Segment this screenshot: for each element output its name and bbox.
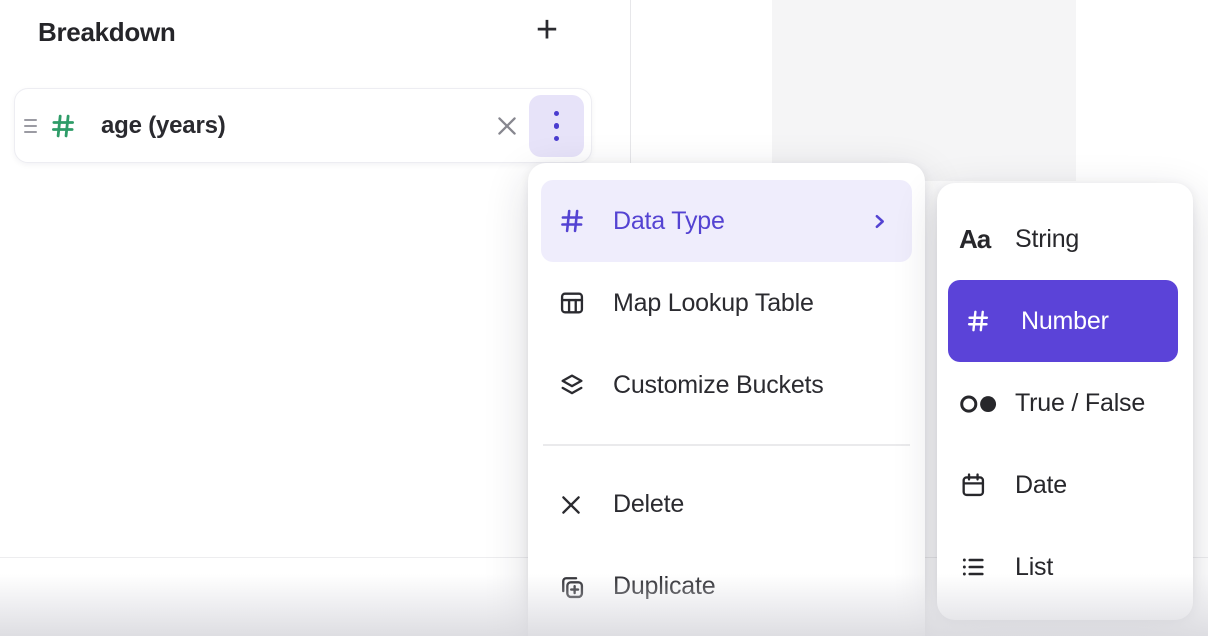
menu-item-customize-buckets[interactable]: Customize Buckets <box>528 344 925 426</box>
submenu-item-date[interactable]: Date <box>937 444 1193 526</box>
submenu-item-label: String <box>1015 225 1079 254</box>
menu-item-label: Customize Buckets <box>613 371 824 400</box>
drag-handle-icon[interactable] <box>20 115 41 137</box>
chevron-right-icon <box>871 213 888 230</box>
text-icon: Aa <box>959 224 1001 255</box>
copy-plus-icon <box>558 573 592 601</box>
field-label: age (years) <box>101 112 226 140</box>
boolean-icon <box>959 391 1001 416</box>
add-breakdown-button[interactable]: + <box>525 6 569 54</box>
table-icon <box>558 289 592 317</box>
number-type-hash-icon <box>49 112 77 140</box>
submenu-item-label: List <box>1015 553 1053 582</box>
menu-item-label: Delete <box>613 490 684 519</box>
field-options-kebab-button[interactable] <box>529 95 584 157</box>
hash-icon <box>965 308 1007 334</box>
menu-item-label: Map Lookup Table <box>613 289 814 318</box>
menu-item-map-lookup-table[interactable]: Map Lookup Table <box>528 262 925 344</box>
submenu-item-list[interactable]: List <box>937 526 1193 608</box>
x-icon <box>494 113 520 139</box>
submenu-item-string[interactable]: Aa String <box>937 198 1193 280</box>
menu-divider <box>543 444 910 446</box>
menu-item-label: Duplicate <box>613 572 715 601</box>
submenu-item-label: Number <box>1021 307 1109 336</box>
submenu-item-true-false[interactable]: True / False <box>937 362 1193 444</box>
menu-item-delete[interactable]: Delete <box>528 464 925 546</box>
menu-item-duplicate[interactable]: Duplicate <box>528 546 925 628</box>
breakdown-field-chip[interactable]: age (years) <box>14 88 592 163</box>
data-type-submenu: Aa String Number True / False <box>937 183 1193 620</box>
list-icon <box>959 553 1001 581</box>
submenu-item-label: True / False <box>1015 389 1145 418</box>
menu-item-data-type[interactable]: Data Type <box>541 180 912 262</box>
submenu-item-label: Date <box>1015 471 1067 500</box>
submenu-item-number[interactable]: Number <box>948 280 1178 362</box>
menu-item-label: Data Type <box>613 207 725 236</box>
stack-icon <box>558 371 592 399</box>
content-placeholder-panel <box>772 0 1076 181</box>
hash-icon <box>558 207 592 235</box>
x-icon <box>558 492 592 518</box>
calendar-icon <box>959 471 1001 499</box>
field-context-menu: Data Type Map Lookup Table <box>528 163 925 636</box>
app-screen: Breakdown + age (years) <box>0 0 1208 636</box>
page-title: Breakdown <box>38 17 175 48</box>
kebab-icon <box>554 111 560 117</box>
remove-field-button[interactable] <box>485 104 529 148</box>
